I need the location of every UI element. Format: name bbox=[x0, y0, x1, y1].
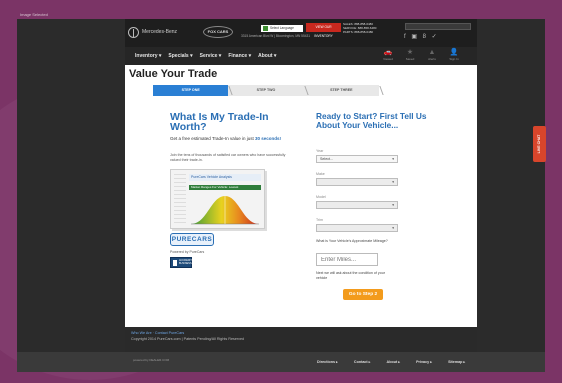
trade-in-subtitle: Get a free estimated Trade-In value in j… bbox=[170, 136, 300, 141]
footer-sitemap[interactable]: Sitemap ▸ bbox=[448, 352, 465, 372]
user-icon: 👤 bbox=[449, 49, 459, 56]
report-bell-curve bbox=[191, 196, 259, 225]
nav-specials[interactable]: Specials ▾ bbox=[168, 47, 192, 65]
nav-menu: Inventory ▾ Specials ▾ Service ▾ Finance… bbox=[135, 47, 276, 65]
trim-select[interactable]: ▾ bbox=[316, 224, 398, 232]
site-footer: powered by DEALER.COM Directions ▸ Conta… bbox=[17, 352, 545, 372]
form-heading: Ready to Start? First Tell Us About Your… bbox=[316, 111, 427, 130]
chevron-down-icon: ▾ bbox=[392, 226, 394, 230]
chevron-down-icon: ▾ bbox=[392, 180, 394, 184]
platform-logo[interactable]: powered by DEALER.COM bbox=[133, 358, 169, 363]
footer-about[interactable]: About ▸ bbox=[387, 352, 401, 372]
nav-icon-group: 🚗 Viewed ★ Saved ▲ Alerts 👤 Sign In bbox=[379, 48, 463, 61]
mileage-question: What is Your Vehicle's Approximate Milea… bbox=[316, 239, 388, 243]
nav-finance[interactable]: Finance ▾ bbox=[228, 47, 251, 65]
main-content: Value Your Trade STEP ONE STEP TWO STEP … bbox=[125, 65, 477, 327]
saved-button[interactable]: ★ Saved bbox=[401, 48, 419, 61]
footer-contact[interactable]: Contact ▸ bbox=[354, 352, 371, 372]
footer-directions[interactable]: Directions ▸ bbox=[317, 352, 338, 372]
bell-icon: ▲ bbox=[428, 49, 436, 56]
brand-name: Mercedes-Benz bbox=[142, 29, 178, 35]
powered-by-text: Powered by PureCars bbox=[170, 250, 205, 254]
mercedes-logo-icon[interactable] bbox=[128, 27, 139, 38]
viewed-label: Viewed bbox=[383, 57, 393, 61]
step-one: STEP ONE bbox=[153, 85, 229, 96]
social-icons[interactable]: f ▣ 8 ✓ bbox=[404, 33, 439, 40]
trade-in-description: Join the tens of thousands of satisfied … bbox=[170, 153, 286, 162]
year-value: Select... bbox=[320, 157, 333, 161]
contact-numbers: SALES: 888-858-6480 SERVICE: 888-858-648… bbox=[343, 22, 376, 34]
dealer-logo[interactable]: FOX CARS bbox=[203, 26, 233, 38]
report-range-bar: Market Ranges For Vehicle: Lowest bbox=[189, 185, 261, 190]
step-progress: STEP ONE STEP TWO STEP THREE bbox=[153, 85, 379, 96]
inventory-button[interactable]: VIEW OUR INVENTORY bbox=[306, 23, 341, 38]
subtitle-highlight: 30 seconds! bbox=[255, 136, 282, 141]
make-select[interactable]: ▾ bbox=[316, 178, 398, 186]
nav-about[interactable]: About ▾ bbox=[258, 47, 276, 65]
sign-in-button[interactable]: 👤 Sign In bbox=[445, 48, 463, 61]
mileage-input[interactable] bbox=[316, 253, 378, 266]
footer-privacy[interactable]: Privacy ▸ bbox=[416, 352, 432, 372]
step-three: STEP THREE bbox=[304, 85, 379, 96]
chevron-down-icon: ▾ bbox=[392, 157, 394, 161]
step-two: STEP TWO bbox=[228, 85, 303, 96]
language-select[interactable]: Select Language bbox=[261, 25, 303, 32]
footer-nav: Directions ▸ Contact ▸ About ▸ Privacy ▸… bbox=[317, 352, 465, 372]
viewed-button[interactable]: 🚗 Viewed bbox=[379, 48, 397, 61]
model-label: Model bbox=[316, 195, 326, 199]
live-chat-label: LIVE CHAT bbox=[537, 134, 541, 154]
condition-note: Next we will ask about the condition of … bbox=[316, 271, 385, 280]
model-select[interactable]: ▾ bbox=[316, 201, 398, 209]
saved-label: Saved bbox=[405, 57, 415, 61]
nav-inventory[interactable]: Inventory ▾ bbox=[135, 47, 161, 65]
nav-service[interactable]: Service ▾ bbox=[200, 47, 222, 65]
parts-phone[interactable]: PARTS: 888-858-6480 bbox=[343, 30, 376, 34]
caption-text: Image Selected bbox=[20, 12, 48, 17]
alerts-label: Alerts bbox=[428, 57, 436, 61]
top-header: Mercedes-Benz FOX CARS 3315 American Blv… bbox=[125, 19, 477, 47]
star-icon: ★ bbox=[406, 49, 414, 56]
car-icon: 🚗 bbox=[383, 49, 393, 56]
sample-report-image: PureCars Vehicle Analysis Market Ranges … bbox=[170, 169, 265, 229]
subtitle-text: Get a free estimated Trade-In value in j… bbox=[170, 136, 256, 141]
bbb-accredited-badge[interactable]: ACCREDITED BUSINESS bbox=[170, 257, 195, 268]
main-nav: Inventory ▾ Specials ▾ Service ▾ Finance… bbox=[125, 47, 477, 65]
report-header: PureCars Vehicle Analysis bbox=[189, 174, 261, 181]
dealer-address: 3315 American Blvd W | Bloomington, MN 5… bbox=[241, 34, 311, 38]
caption-bar: Image Selected bbox=[17, 10, 545, 19]
search-input[interactable] bbox=[405, 23, 471, 30]
alerts-button[interactable]: ▲ Alerts bbox=[423, 48, 441, 61]
year-select[interactable]: Select... ▾ bbox=[316, 155, 398, 163]
page-title: Value Your Trade bbox=[129, 68, 218, 80]
content-footer: Who We Are · Contact PureCars Copyright … bbox=[125, 327, 477, 352]
sign-in-label: Sign In bbox=[449, 57, 459, 61]
make-label: Make bbox=[316, 172, 325, 176]
live-chat-tab[interactable]: LIVE CHAT bbox=[533, 126, 546, 162]
dealer-site: Mercedes-Benz FOX CARS 3315 American Blv… bbox=[17, 19, 545, 372]
copyright-text: Copyright 2014 PureCars.com | Patents Pe… bbox=[131, 337, 245, 341]
year-label: Year bbox=[316, 149, 324, 153]
trade-in-heading: What Is My Trade-In Worth? bbox=[170, 111, 269, 133]
chevron-down-icon: ▾ bbox=[392, 203, 394, 207]
purecars-logo: PURECARS bbox=[170, 233, 214, 246]
go-to-step-2-button[interactable]: Go to Step 2 bbox=[343, 289, 383, 300]
trim-label: Trim bbox=[316, 218, 324, 222]
footer-links[interactable]: Who We Are · Contact PureCars bbox=[131, 331, 184, 335]
browser-frame: Image Selected Mercedes-Benz FOX CARS 33… bbox=[17, 10, 545, 372]
report-sidebar bbox=[174, 174, 186, 226]
